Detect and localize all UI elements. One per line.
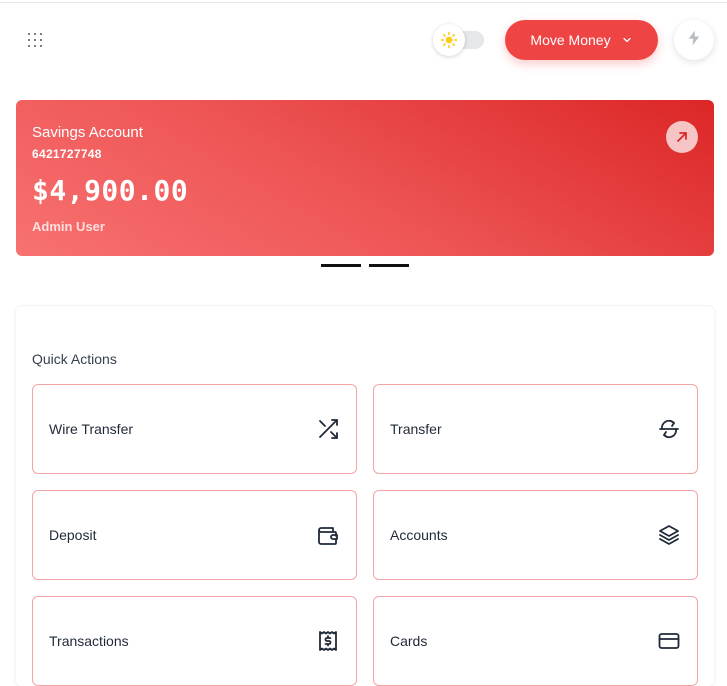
quick-action-transfer[interactable]: Transfer	[373, 384, 698, 474]
quick-action-wire-transfer[interactable]: Wire Transfer	[32, 384, 357, 474]
carousel-indicators	[321, 264, 409, 267]
account-name: Savings Account	[32, 124, 143, 141]
shuffle-icon	[316, 417, 340, 441]
lightning-icon	[685, 29, 703, 52]
quick-action-label: Transactions	[49, 633, 129, 649]
carousel-dot-1[interactable]	[321, 264, 361, 267]
account-number: 6421727748	[32, 147, 102, 161]
chevron-down-icon	[621, 34, 633, 46]
quick-action-label: Transfer	[390, 421, 442, 437]
quick-action-transactions[interactable]: Transactions	[32, 596, 357, 686]
quick-actions-title: Quick Actions	[32, 351, 117, 367]
quick-action-label: Accounts	[390, 527, 448, 543]
move-money-button[interactable]: Move Money	[505, 20, 658, 60]
carousel-dot-2[interactable]	[369, 264, 409, 267]
quick-action-deposit[interactable]: Deposit	[32, 490, 357, 580]
sun-icon	[433, 24, 465, 56]
layers-icon	[657, 523, 681, 547]
move-money-label: Move Money	[530, 32, 611, 48]
wallet-icon	[316, 523, 340, 547]
arrows-exchange-icon	[657, 417, 681, 441]
credit-card-icon	[657, 629, 681, 653]
quick-action-accounts[interactable]: Accounts	[373, 490, 698, 580]
account-card[interactable]: Savings Account 6421727748 $4,900.00 Adm…	[16, 100, 714, 256]
quick-action-cards[interactable]: Cards	[373, 596, 698, 686]
quick-action-label: Cards	[390, 633, 428, 649]
account-balance: $4,900.00	[32, 174, 189, 207]
apps-grid-icon[interactable]	[24, 28, 48, 52]
quick-action-label: Wire Transfer	[49, 421, 134, 437]
theme-toggle[interactable]	[433, 24, 485, 56]
quick-actions-panel: Quick Actions Wire Transfer Transfer Dep…	[16, 306, 714, 686]
flash-button[interactable]	[674, 20, 714, 60]
top-bar: Move Money	[0, 0, 727, 80]
quick-action-label: Deposit	[49, 527, 97, 543]
account-owner: Admin User	[32, 219, 105, 234]
arrow-up-right-icon[interactable]	[666, 121, 698, 153]
receipt-dollar-icon	[316, 629, 340, 653]
